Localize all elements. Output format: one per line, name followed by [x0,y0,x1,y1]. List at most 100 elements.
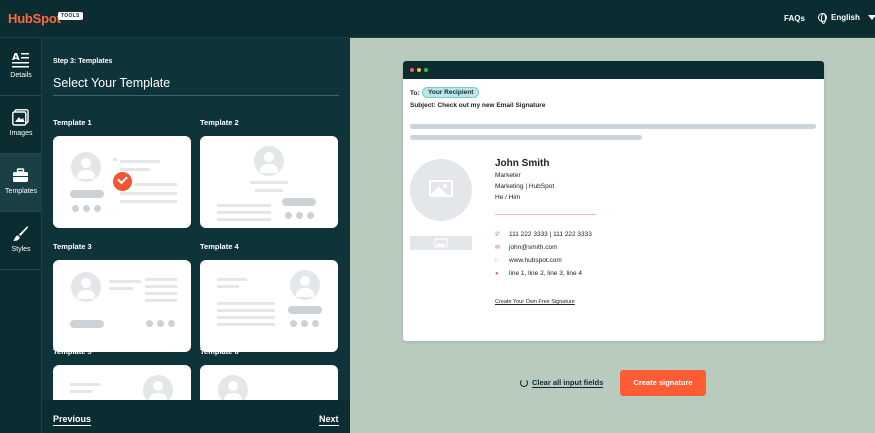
sidebar-item-label: Styles [11,246,31,253]
sidebar-item-details[interactable]: A Details [0,38,42,95]
divider [0,269,42,270]
template-card-4[interactable] [200,260,338,352]
text-placeholder [120,168,150,171]
sidebar-item-label: Images [9,130,33,137]
social-dot [285,212,292,219]
text-placeholder [109,280,141,283]
globe-icon [818,13,827,24]
text-placeholder [120,160,160,163]
template-card-1[interactable] [53,136,191,228]
template-label: Template 1 [53,118,92,127]
pagination-bar: Previous Next [42,400,350,433]
avatar-placeholder [71,272,101,302]
template-label: Template 6 [200,347,239,356]
body-text-placeholder [410,135,642,140]
social-dot [72,205,79,212]
text-placeholder [145,299,177,302]
tools-badge: TOOLS [58,12,83,20]
text-placeholder [113,158,117,161]
clear-fields-button[interactable]: Clear all input fields [520,378,604,388]
email-preview-window: To: Your Recipient Subject: Check out my… [403,61,824,341]
template-card-6[interactable] [200,365,338,400]
sidebar: A Details Images Templates Styles [0,38,42,433]
sidebar-item-label: Templates [5,188,37,195]
text-placeholder [217,285,239,288]
language-label: English [831,13,860,22]
window-title-bar [403,61,824,79]
mail-icon: ✉ [495,245,501,251]
email-text: john@smith.com [509,244,558,251]
template-card-3[interactable] [53,260,191,352]
profile-image-placeholder [410,159,472,221]
social-dot [83,205,90,212]
previous-button[interactable]: Previous [53,414,92,426]
text-placeholder [135,183,177,186]
avatar-placeholder [143,375,173,400]
text-placeholder [217,309,275,312]
template-card-5[interactable] [53,365,191,400]
avatar-placeholder [71,152,101,182]
selected-check-icon [113,172,132,191]
text-placeholder [145,278,177,281]
avatar-placeholder [218,375,248,400]
language-selector[interactable]: English [818,13,875,24]
sidebar-item-styles[interactable]: Styles [0,212,42,269]
template-label: Template 3 [53,242,92,251]
create-signature-button[interactable]: Create signature [620,370,706,396]
text-placeholder [120,200,177,203]
avatar-placeholder [290,270,320,300]
divider [495,214,596,215]
hubspot-logo[interactable]: HubSpot [8,11,61,26]
sidebar-item-images[interactable]: Images [0,96,42,153]
text-placeholder [217,323,275,326]
create-own-signature-link[interactable]: Create Your Own Free Signature [495,299,575,305]
paintbrush-icon [13,226,28,241]
sidebar-item-templates[interactable]: Templates [0,154,42,211]
faqs-link[interactable]: FAQs [784,14,805,23]
text-placeholder [217,302,275,305]
image-icon [429,180,453,197]
preview-area: To: Your Recipient Subject: Check out my… [350,38,875,433]
next-button[interactable]: Next [319,414,339,426]
template-label: Template 5 [53,347,92,356]
contact-email: ✉ john@smith.com [495,244,558,251]
text-placeholder [70,383,100,386]
location-pin-icon: ● [495,270,499,277]
logo-placeholder [288,306,322,314]
divider [53,95,339,96]
avatar-placeholder [254,146,284,176]
text-placeholder [217,278,247,281]
text-placeholder [145,285,177,288]
contact-phone: ✆ 111 222 3333 | 111 222 3333 [495,231,592,238]
text-placeholder [217,211,271,214]
social-dot [146,320,153,327]
phone-icon: ✆ [495,232,501,238]
contact-address: ● line 1, line 2, line 3, line 4 [495,270,582,277]
text-placeholder [120,192,177,195]
social-dot [290,320,297,327]
refresh-icon [520,379,528,387]
image-icon [12,109,29,126]
website-text: www.hubspot.com [509,257,562,264]
signature-department: Marketing | HubSpot [495,183,555,190]
to-label: To: [410,90,420,97]
social-dot [94,205,101,212]
text-placeholder [250,181,288,184]
social-dot [312,320,319,327]
sidebar-item-label: Details [10,72,32,79]
templates-panel: Step 3: Templates Select Your Template T… [42,38,350,433]
maximize-dot-icon [424,68,428,72]
text-placeholder [255,189,283,192]
social-dot [296,212,303,219]
template-card-2[interactable] [200,136,338,228]
briefcase-icon [13,168,28,182]
logo-placeholder [70,190,104,198]
text-placeholder [217,218,271,221]
signature-title: Marketer [495,172,521,179]
contact-website: ⁝ www.hubspot.com [495,257,562,264]
phone-text: 111 222 3333 | 111 222 3333 [509,231,592,238]
recipient-chip: Your Recipient [422,87,480,98]
logo-placeholder [70,320,104,328]
text-placeholder [145,292,177,295]
address-text: line 1, line 2, line 3, line 4 [509,270,582,277]
